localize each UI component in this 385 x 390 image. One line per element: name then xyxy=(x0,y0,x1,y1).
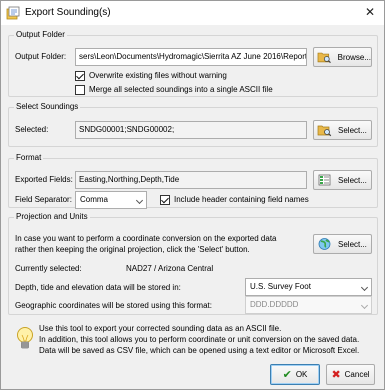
selected-soundings-field[interactable]: SNDG00001;SNDG00002; xyxy=(75,121,307,139)
merge-label: Merge all selected soundings into a sing… xyxy=(89,85,273,94)
close-button[interactable]: ✕ xyxy=(356,1,384,23)
select-soundings-button[interactable]: Select... xyxy=(313,120,372,140)
projection-units-group-title: Projection and Units xyxy=(14,212,90,222)
title-bar: Export Sounding(s) ✕ xyxy=(1,1,384,25)
projection-description-line1: In case you want to perform a coordinate… xyxy=(15,234,277,243)
exported-fields-field[interactable]: Easting,Northing,Depth,Tide xyxy=(75,171,307,189)
export-app-icon xyxy=(6,6,20,20)
cancel-x-icon: ✖ xyxy=(331,369,341,381)
units-dropdown[interactable]: U.S. Survey Foot xyxy=(245,278,372,296)
overwrite-checkbox[interactable] xyxy=(75,71,85,81)
chevron-down-icon xyxy=(135,196,144,205)
check-icon: ✔ xyxy=(282,369,292,381)
merge-checkbox[interactable] xyxy=(75,85,85,95)
currently-selected-value: NAD27 / Arizona Central xyxy=(126,264,214,273)
select-fields-button-label: Select... xyxy=(338,175,367,185)
info-line1: Use this tool to export your corrected s… xyxy=(39,324,282,333)
chevron-down-icon xyxy=(360,283,369,292)
units-label: Depth, tide and elevation data will be s… xyxy=(15,283,181,292)
selected-soundings-label: Selected: xyxy=(15,125,49,134)
select-fields-button[interactable]: Select... xyxy=(313,170,372,190)
exported-fields-label: Exported Fields: xyxy=(15,175,73,184)
folder-search-icon xyxy=(317,125,332,137)
field-list-icon xyxy=(318,174,331,186)
field-separator-dropdown[interactable]: Comma xyxy=(75,191,147,209)
format-group-title: Format xyxy=(14,153,44,163)
select-soundings-group-title: Select Soundings xyxy=(14,102,81,112)
field-separator-label: Field Separator: xyxy=(15,195,72,204)
close-icon: ✕ xyxy=(364,5,376,19)
info-line3: Data will be saved as CSV file, which ca… xyxy=(39,346,360,355)
projection-description-line2: rather then keeping the original project… xyxy=(15,245,250,254)
select-soundings-button-label: Select... xyxy=(338,125,367,135)
cancel-button-label: Cancel xyxy=(344,370,370,379)
output-folder-input[interactable]: sers\Leon\Documents\Hydromagic\Sierrita … xyxy=(75,48,307,66)
ok-button[interactable]: ✔ OK xyxy=(270,364,320,385)
field-separator-value: Comma xyxy=(80,195,109,204)
geographic-format-dropdown[interactable]: DDD.DDDDD xyxy=(245,296,372,314)
output-folder-group-title: Output Folder xyxy=(14,30,67,40)
window-title: Export Sounding(s) xyxy=(25,7,111,18)
export-soundings-dialog: Export Sounding(s) ✕ Output Folder Outpu… xyxy=(0,0,385,390)
currently-selected-label: Currently selected: xyxy=(15,264,82,273)
overwrite-label: Overwrite existing files without warning xyxy=(89,71,227,80)
include-header-label: Include header containing field names xyxy=(174,195,309,204)
include-header-checkbox[interactable] xyxy=(160,195,170,205)
lightbulb-icon xyxy=(17,327,33,349)
browse-button-label: Browse... xyxy=(337,52,371,62)
geographic-format-label: Geographic coordinates will be stored us… xyxy=(15,301,212,310)
cancel-button[interactable]: ✖ Cancel xyxy=(326,364,375,385)
info-line2: In addition, this tool allows you to per… xyxy=(39,335,360,344)
folder-search-icon xyxy=(317,52,331,64)
browse-button[interactable]: Browse... xyxy=(313,47,372,67)
output-folder-label: Output Folder: xyxy=(15,52,67,61)
select-projection-button[interactable]: Select... xyxy=(313,234,372,254)
units-value: U.S. Survey Foot xyxy=(250,282,311,291)
geographic-format-value: DDD.DDDDD xyxy=(250,300,299,309)
ok-button-label: OK xyxy=(295,370,308,379)
chevron-down-icon xyxy=(360,301,369,310)
globe-icon xyxy=(318,238,331,250)
select-projection-button-label: Select... xyxy=(338,239,367,249)
